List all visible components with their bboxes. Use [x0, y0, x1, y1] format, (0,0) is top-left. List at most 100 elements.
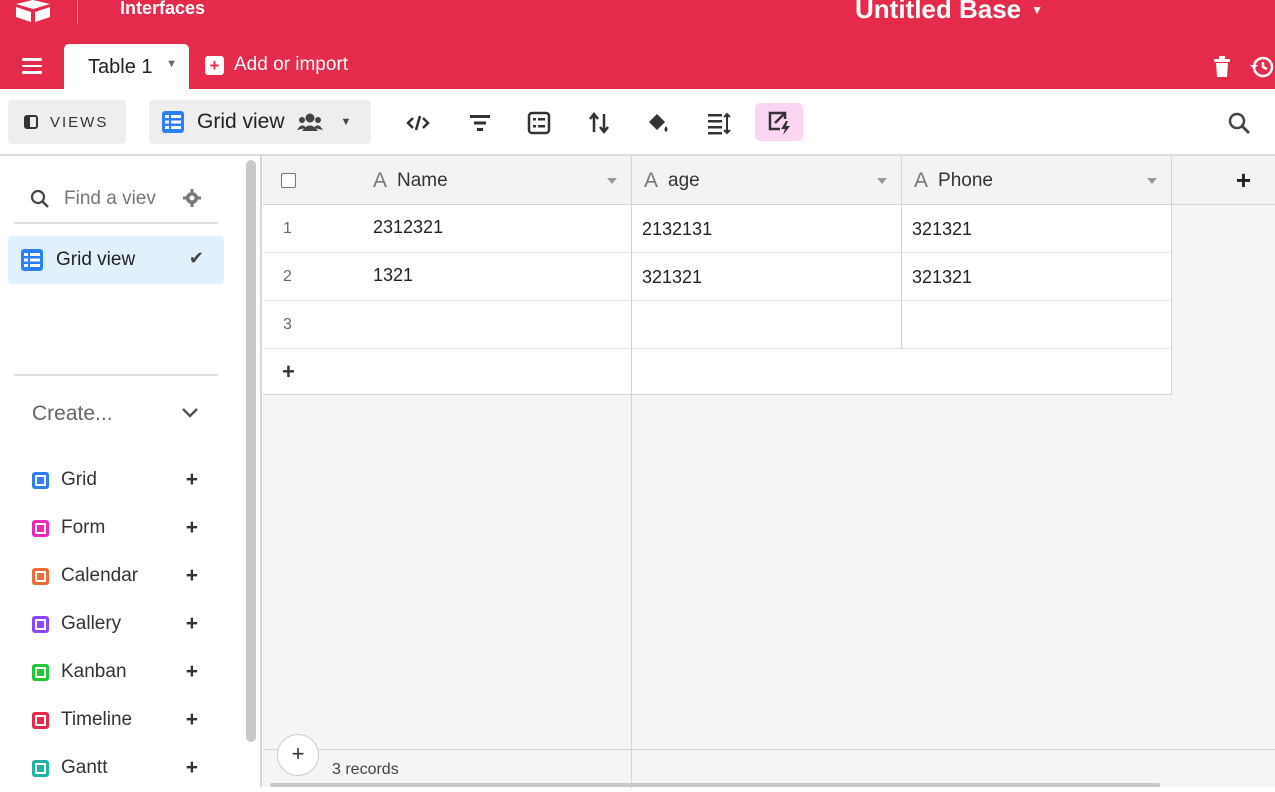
views-label: VIEWS — [50, 113, 109, 131]
history-icon[interactable] — [1250, 55, 1275, 79]
column-header-phone[interactable]: A Phone — [902, 156, 1172, 205]
form-icon — [32, 519, 49, 537]
create-section-label[interactable]: Create... — [32, 402, 113, 426]
sort-icon[interactable] — [587, 111, 611, 135]
collaborators-icon — [296, 113, 323, 131]
calendar-icon — [32, 567, 49, 585]
group-icon[interactable] — [527, 111, 551, 135]
add-record-row[interactable]: + — [263, 349, 631, 395]
create-item-label: Gallery — [61, 613, 122, 634]
airtable-logo-icon[interactable] — [14, 0, 52, 22]
add-or-import-button[interactable]: + Add or import — [205, 54, 348, 76]
grid-footer: + 3 records — [263, 734, 1275, 788]
create-item-label: Calendar — [61, 565, 139, 586]
create-item-label: Form — [61, 517, 106, 538]
caret-down-icon: ▼ — [1031, 2, 1044, 17]
view-switcher-button[interactable]: Grid view ▼ — [149, 100, 371, 144]
add-field-button[interactable]: + — [1172, 156, 1275, 205]
plus-icon[interactable]: + — [186, 756, 198, 780]
row-number: 3 — [283, 316, 292, 333]
table-row[interactable]: 3 — [263, 301, 631, 349]
create-gallery-view[interactable]: Gallery + — [32, 600, 212, 648]
share-view-icon — [768, 111, 790, 135]
column-divider — [901, 301, 902, 349]
text-field-icon: A — [373, 168, 388, 192]
menu-icon[interactable] — [22, 58, 42, 76]
column-label: Name — [397, 169, 448, 191]
table-row[interactable]: 2 1321 — [263, 253, 631, 301]
gear-icon[interactable] — [182, 188, 202, 208]
search-icon[interactable] — [1227, 111, 1251, 135]
column-header-name[interactable]: A Name — [263, 156, 632, 205]
sidebar-toggle-icon — [24, 115, 38, 129]
plus-square-icon: + — [205, 55, 224, 75]
hide-fields-icon[interactable] — [406, 111, 430, 135]
tab-table-1[interactable]: Table 1 ▼ — [64, 44, 189, 90]
select-all-checkbox[interactable] — [281, 173, 296, 188]
record-count: 3 records — [332, 761, 399, 778]
caret-down-icon[interactable] — [1147, 178, 1157, 184]
phone-cell[interactable]: 321321 — [912, 253, 972, 301]
column-label: Phone — [938, 169, 993, 191]
create-kanban-view[interactable]: Kanban + — [32, 648, 212, 696]
plus-icon[interactable]: + — [186, 660, 198, 684]
nav-interfaces[interactable]: Interfaces — [120, 0, 205, 19]
header-row: A Name A age A Phone + — [263, 156, 1275, 205]
base-title-text: Untitled Base — [855, 0, 1022, 24]
share-sync-button[interactable] — [755, 103, 803, 141]
data-columns: 2132131 321321 321321 321321 — [632, 205, 1172, 395]
create-form-view[interactable]: Form + — [32, 504, 212, 552]
create-gantt-view[interactable]: Gantt + — [32, 744, 212, 792]
plus-icon[interactable]: + — [186, 468, 198, 492]
sidebar-scrollbar[interactable] — [246, 160, 256, 742]
name-cell[interactable]: 2312321 — [373, 217, 443, 238]
table-row[interactable]: 1 2312321 — [263, 205, 631, 253]
create-timeline-view[interactable]: Timeline + — [32, 696, 212, 744]
create-item-label: Gantt — [61, 757, 108, 778]
kanban-icon — [32, 663, 49, 681]
timeline-icon — [32, 711, 49, 729]
create-calendar-view[interactable]: Calendar + — [32, 552, 212, 600]
trash-icon[interactable] — [1212, 56, 1232, 78]
text-field-icon: A — [644, 168, 659, 192]
create-grid-view[interactable]: Grid + — [32, 456, 212, 504]
plus-icon[interactable]: + — [186, 708, 198, 732]
primary-column: 1 2312321 2 1321 3 + — [263, 205, 632, 395]
table-row[interactable]: 2132131 321321 — [632, 205, 1172, 253]
plus-icon[interactable]: + — [186, 516, 198, 540]
color-icon[interactable] — [646, 111, 670, 135]
grid-view-icon — [21, 249, 43, 271]
name-cell[interactable]: 1321 — [373, 265, 413, 286]
create-item-label: Timeline — [61, 709, 133, 730]
check-icon: ✔ — [188, 248, 204, 268]
age-cell[interactable]: 2132131 — [642, 205, 712, 253]
column-header-age[interactable]: A age — [632, 156, 902, 205]
views-toggle-button[interactable]: VIEWS — [8, 100, 126, 144]
base-title[interactable]: Untitled Base ▼ — [855, 0, 1043, 25]
current-view-label: Grid view — [197, 110, 285, 133]
grid-horizontal-scrollbar[interactable] — [270, 783, 1160, 787]
caret-down-icon[interactable] — [877, 178, 887, 184]
table-row[interactable] — [632, 301, 1172, 349]
filter-icon[interactable] — [468, 111, 492, 135]
sidebar-divider — [14, 374, 218, 376]
column-divider — [631, 395, 632, 755]
plus-icon[interactable]: + — [186, 612, 198, 636]
table-row[interactable]: 321321 321321 — [632, 253, 1172, 301]
add-record-row-extension[interactable] — [632, 349, 1172, 395]
phone-cell[interactable]: 321321 — [912, 205, 972, 253]
sidebar-item-grid-view[interactable]: Grid view ✔ — [8, 236, 224, 284]
find-view-input[interactable]: Find a viev — [14, 176, 218, 224]
column-divider — [901, 205, 902, 253]
top-bar: Interfaces Untitled Base ▼ Table 1 ▼ + A… — [0, 0, 1275, 90]
caret-down-icon[interactable]: ▼ — [166, 58, 177, 70]
row-number: 2 — [283, 268, 292, 285]
grid-view-icon — [162, 111, 184, 133]
plus-icon[interactable]: + — [186, 564, 198, 588]
views-sidebar: Find a viev Grid view ✔ Create... Grid + — [0, 156, 262, 787]
add-record-button[interactable]: + — [277, 734, 319, 776]
age-cell[interactable]: 321321 — [642, 253, 702, 301]
caret-down-icon[interactable] — [607, 178, 617, 184]
row-height-icon[interactable] — [707, 111, 731, 135]
chevron-down-icon[interactable] — [180, 406, 200, 420]
